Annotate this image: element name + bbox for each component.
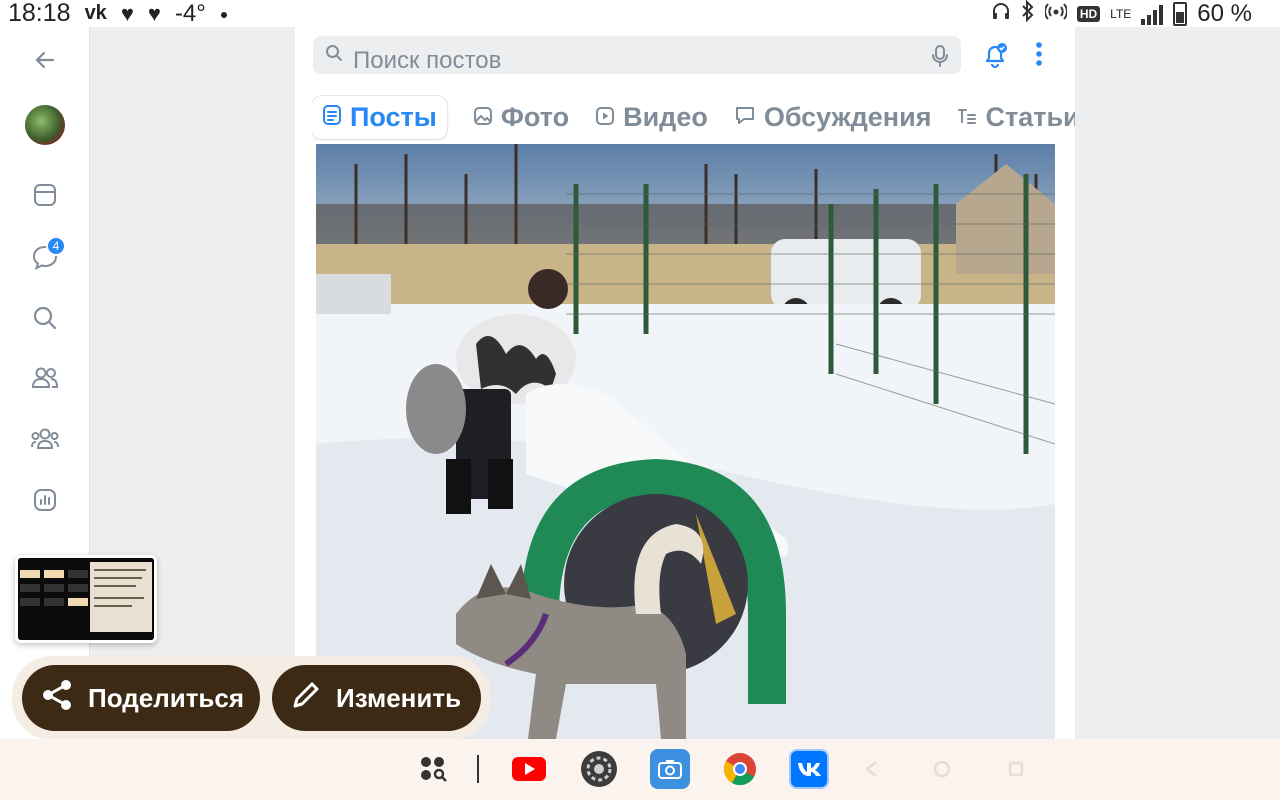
microphone-icon[interactable]: [931, 44, 949, 73]
headphones-icon: [991, 1, 1011, 27]
recents-nav-icon[interactable]: [996, 749, 1036, 789]
status-temperature: -4°: [174, 0, 206, 27]
heart-icon: ♥: [147, 0, 161, 26]
messages-icon[interactable]: 4: [22, 234, 68, 280]
content-tabs: Посты Фото Видео Обсуждения Статьи: [312, 93, 1075, 141]
dog-park-photo-image: [316, 144, 1055, 739]
share-button[interactable]: Поделиться: [22, 665, 260, 731]
more-options-icon[interactable]: [1035, 41, 1043, 72]
tab-label: Фото: [500, 101, 570, 132]
right-panel: [1075, 27, 1280, 739]
unread-count-badge: 4: [46, 236, 66, 256]
search-icon: [325, 44, 343, 67]
status-bar: 18:18 vk ♥ ♥ -4° ● HD LTE 60 %: [0, 0, 1280, 27]
avatar: [25, 105, 65, 145]
signal-icon: [1141, 3, 1164, 25]
tab-label: Обсуждения: [763, 101, 932, 132]
dot-icon: ●: [219, 5, 229, 22]
photo-icon: [473, 102, 493, 133]
status-time: 18:18: [8, 0, 71, 27]
taskbar-divider: [477, 755, 479, 783]
vk-app-icon[interactable]: [789, 749, 829, 789]
tab-label: Посты: [350, 101, 437, 132]
lte-label: LTE: [1110, 6, 1132, 21]
screenshot-preview-thumbnail[interactable]: [15, 555, 157, 643]
profile-avatar[interactable]: [22, 102, 68, 148]
hotspot-icon: [1043, 1, 1068, 27]
bluetooth-icon: [1021, 0, 1035, 28]
back-arrow-icon[interactable]: [22, 37, 68, 83]
edit-button[interactable]: Изменить: [272, 665, 481, 731]
vk-notification-icon: vk: [84, 2, 107, 24]
notifications-bell-icon[interactable]: [981, 41, 1009, 74]
discussions-icon: [734, 102, 756, 133]
tab-posts[interactable]: Посты: [312, 95, 447, 139]
search-input[interactable]: Поиск постов: [353, 47, 501, 74]
app-drawer-search-icon[interactable]: [413, 749, 453, 789]
search-icon[interactable]: [22, 295, 68, 341]
communities-icon[interactable]: [22, 416, 68, 462]
chrome-app-icon[interactable]: [720, 749, 760, 789]
tab-label: Видео: [623, 101, 708, 132]
edit-label: Изменить: [336, 682, 462, 713]
tab-photo[interactable]: Фото: [473, 102, 569, 133]
tab-discussions[interactable]: Обсуждения: [734, 101, 932, 133]
battery-level: 60 %: [1197, 0, 1252, 27]
video-icon: [595, 102, 615, 133]
tab-articles[interactable]: Статьи: [957, 102, 1075, 133]
pencil-icon: [290, 679, 322, 718]
posts-icon: [322, 102, 342, 133]
settings-app-icon[interactable]: [579, 749, 619, 789]
back-nav-icon[interactable]: [852, 749, 892, 789]
main-column: Поиск постов Посты Фото Видео Обсуждения…: [295, 27, 1075, 739]
share-icon: [40, 678, 74, 719]
post-photo[interactable]: [316, 144, 1055, 739]
hd-voice-badge: HD: [1076, 5, 1101, 22]
youtube-app-icon[interactable]: [509, 749, 549, 789]
tab-video[interactable]: Видео: [595, 102, 708, 133]
friends-icon[interactable]: [22, 355, 68, 401]
articles-icon: [957, 102, 977, 133]
preview-image: [18, 558, 154, 640]
battery-icon: [1173, 1, 1188, 26]
heart-icon: ♥: [120, 0, 134, 26]
share-label: Поделиться: [88, 682, 245, 713]
tab-label: Статьи: [985, 101, 1075, 132]
news-icon[interactable]: [22, 172, 68, 218]
search-bar[interactable]: Поиск постов: [313, 36, 961, 74]
screenshot-actions-bar: Поделиться Изменить: [12, 656, 491, 740]
taskbar: [0, 739, 1280, 800]
camera-app-icon[interactable]: [650, 749, 690, 789]
statistics-icon[interactable]: [22, 477, 68, 523]
home-nav-icon[interactable]: [922, 749, 962, 789]
